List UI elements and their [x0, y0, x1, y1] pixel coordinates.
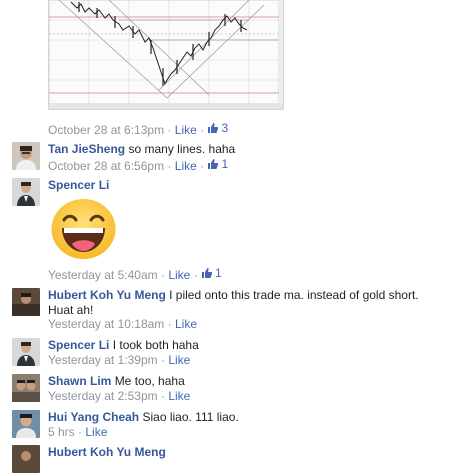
- comment-author[interactable]: Hubert Koh Yu Meng: [48, 445, 166, 459]
- like-link[interactable]: Like: [85, 425, 107, 439]
- comment-author[interactable]: Spencer Li: [48, 178, 109, 192]
- comment-body: Shawn Lim Me too, haha: [48, 374, 185, 389]
- comment-text: Me too, haha: [114, 374, 185, 388]
- avatar[interactable]: [12, 142, 40, 170]
- comment-meta: Yesterday at 5:40am · Like · 1: [48, 266, 222, 282]
- like-link[interactable]: Like: [175, 317, 197, 331]
- comment-meta: October 28 at 6:56pm · Like · 1: [48, 157, 229, 173]
- avatar-image: [12, 338, 40, 366]
- comment-body: Hubert Koh Yu Meng: [48, 445, 166, 460]
- attached-chart-image[interactable]: [48, 0, 284, 110]
- comment-timestamp[interactable]: Yesterday at 2:53pm: [48, 389, 158, 403]
- laughing-face-sticker[interactable]: [50, 198, 117, 260]
- comment-text: Siao liao. 111 liao.: [142, 410, 239, 424]
- like-count[interactable]: 1: [201, 266, 222, 280]
- comment-author[interactable]: Tan JieSheng: [48, 142, 125, 156]
- thumbs-up-icon: [202, 268, 213, 278]
- comment-body: Spencer Li: [48, 178, 109, 193]
- comment-meta: 5 hrs · Like: [48, 425, 108, 439]
- comment-text: so many lines. haha: [128, 142, 236, 156]
- like-link[interactable]: Like: [168, 268, 190, 282]
- comment-timestamp[interactable]: 5 hrs: [48, 425, 75, 439]
- like-link[interactable]: Like: [175, 123, 197, 137]
- comment-text: I took both haha: [112, 338, 199, 352]
- comment-body: Tan JieSheng so many lines. haha: [48, 142, 235, 157]
- avatar-image: [12, 374, 40, 402]
- thumbs-up-icon: [208, 123, 219, 133]
- comment-timestamp[interactable]: October 28 at 6:56pm: [48, 159, 164, 173]
- like-count[interactable]: 3: [207, 121, 228, 135]
- avatar-image: [12, 410, 40, 438]
- comment-timestamp[interactable]: Yesterday at 1:39pm: [48, 353, 158, 367]
- chart-image-graphic: [49, 0, 283, 109]
- like-link[interactable]: Like: [168, 389, 190, 403]
- like-link[interactable]: Like: [168, 353, 190, 367]
- comment-body: Hui Yang Cheah Siao liao. 111 liao.: [48, 410, 239, 425]
- avatar[interactable]: [12, 410, 40, 438]
- comment-meta: Yesterday at 1:39pm · Like: [48, 353, 191, 367]
- avatar-image: [12, 288, 40, 316]
- comment-author[interactable]: Spencer Li: [48, 338, 109, 352]
- avatar[interactable]: [12, 178, 40, 206]
- like-count[interactable]: 1: [207, 157, 228, 171]
- comment-timestamp[interactable]: Yesterday at 5:40am: [48, 268, 158, 282]
- thumbs-up-icon: [208, 159, 219, 169]
- comment-timestamp[interactable]: October 28 at 6:13pm: [48, 123, 164, 137]
- avatar-image: [12, 142, 40, 170]
- avatar[interactable]: [12, 445, 40, 473]
- comment-author[interactable]: Hubert Koh Yu Meng: [48, 288, 166, 302]
- avatar-image: [12, 178, 40, 206]
- comment-author[interactable]: Shawn Lim: [48, 374, 111, 388]
- comment-meta: Yesterday at 2:53pm · Like: [48, 389, 191, 403]
- comment-timestamp[interactable]: Yesterday at 10:18am: [48, 317, 164, 331]
- comment-meta-0: October 28 at 6:13pm · Like · 3: [48, 121, 229, 137]
- avatar[interactable]: [12, 288, 40, 316]
- comment-body: Spencer Li I took both haha: [48, 338, 199, 353]
- comment-author[interactable]: Hui Yang Cheah: [48, 410, 139, 424]
- avatar-image: [12, 445, 40, 473]
- laughing-face-icon: [51, 199, 116, 259]
- comment-body: Hubert Koh Yu Meng I piled onto this tra…: [48, 288, 428, 318]
- like-link[interactable]: Like: [175, 159, 197, 173]
- avatar[interactable]: [12, 338, 40, 366]
- comment-meta: Yesterday at 10:18am · Like: [48, 317, 198, 331]
- avatar[interactable]: [12, 374, 40, 402]
